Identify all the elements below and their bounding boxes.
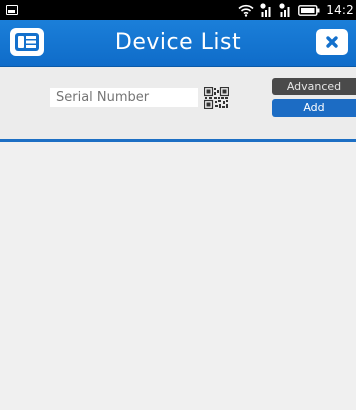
signal-icon — [260, 3, 271, 17]
add-device-panel: Advanced Add — [0, 67, 356, 139]
advanced-button[interactable]: Advanced — [272, 78, 356, 95]
status-icons: 14:2 — [238, 2, 354, 18]
add-button[interactable]: Add — [272, 99, 356, 117]
battery-icon — [298, 4, 320, 16]
status-time: 14:2 — [326, 3, 354, 17]
close-icon — [326, 36, 338, 48]
qr-code-icon[interactable] — [204, 87, 229, 109]
signal-icon — [279, 3, 290, 17]
title-bar: Device List — [0, 20, 356, 67]
status-bar: 14:2 — [0, 0, 356, 20]
wifi-icon — [238, 4, 254, 17]
serial-number-input[interactable] — [50, 88, 198, 107]
page-title: Device List — [114, 30, 242, 55]
image-icon — [6, 5, 18, 15]
device-list — [0, 142, 356, 410]
close-button[interactable] — [316, 29, 348, 55]
